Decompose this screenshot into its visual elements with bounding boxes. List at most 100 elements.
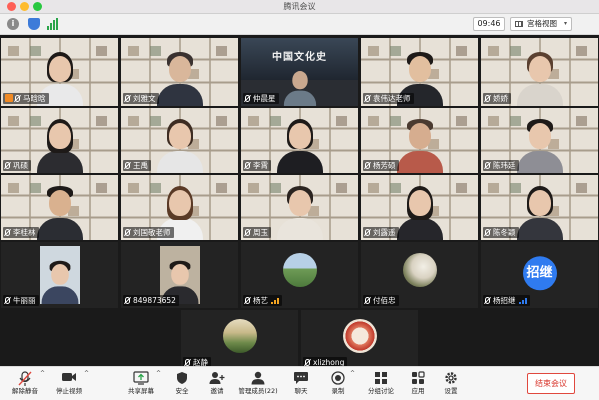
- unmute-button[interactable]: 解除静音: [8, 369, 42, 399]
- participant-name-tag: 杨艺: [243, 295, 282, 306]
- participant-tile[interactable]: 周玉: [241, 175, 358, 240]
- participant-tile[interactable]: 付佰忠: [361, 242, 478, 308]
- participant-name-tag: 刘雅文: [123, 93, 159, 104]
- muted-mic-icon: [5, 229, 10, 236]
- end-meeting-button[interactable]: 结束会议: [527, 373, 575, 394]
- breakout-rooms-button[interactable]: 分组讨论: [363, 369, 399, 399]
- participant-tile[interactable]: 陈玮廷: [481, 108, 598, 173]
- participant-tile[interactable]: 刘露遥: [361, 175, 478, 240]
- muted-mic-icon: [365, 297, 370, 304]
- muted-mic-icon: [125, 297, 130, 304]
- muted-mic-icon: [365, 229, 370, 236]
- share-screen-button[interactable]: 共享屏幕: [124, 369, 158, 399]
- network-signal-icon: [518, 298, 527, 304]
- participant-tile[interactable]: 袁伟达老师: [361, 38, 478, 106]
- gear-icon: [445, 372, 457, 384]
- profile-avatar: [342, 319, 377, 353]
- invite-button[interactable]: 邀请: [203, 369, 231, 399]
- muted-mic-icon: [365, 95, 370, 102]
- participant-name-tag: 周玉: [243, 227, 271, 238]
- muted-mic-icon: [5, 297, 10, 304]
- participant-name-tag: 巩硕: [3, 160, 31, 171]
- muted-mic-icon: [485, 162, 490, 169]
- chat-button[interactable]: 聊天: [287, 369, 315, 399]
- profile-avatar: [222, 319, 257, 353]
- audio-options-caret-icon[interactable]: ^: [40, 370, 45, 377]
- participant-tile[interactable]: 刘国敬老师: [121, 175, 238, 240]
- participant-name-tag: 娇娇: [483, 93, 511, 104]
- participant-tile[interactable]: 849873652: [121, 242, 238, 308]
- chevron-down-icon: ▾: [563, 20, 567, 27]
- add-person-icon: [209, 372, 225, 384]
- participant-name-tag: 李霄: [243, 160, 271, 171]
- window-title: 腾讯会议: [283, 2, 316, 11]
- apps-button[interactable]: 应用: [404, 369, 432, 399]
- participant-tile[interactable]: 牛丽丽: [1, 242, 118, 308]
- participant-tile[interactable]: xlizhong: [301, 310, 418, 366]
- participant-name-tag: 牛丽丽: [3, 295, 39, 306]
- participant-name-tag: 付佰忠: [363, 295, 399, 306]
- participant-tile[interactable]: 中国文化史 仲晨星: [241, 38, 358, 106]
- muted-mic-icon: [185, 359, 190, 366]
- record-icon: [331, 371, 345, 385]
- participant-tile[interactable]: 李桂林: [1, 175, 118, 240]
- share-screen-icon: [133, 371, 149, 385]
- muted-mic-icon: [305, 359, 310, 366]
- share-options-caret-icon[interactable]: ^: [156, 370, 161, 377]
- participant-tile[interactable]: 王禹: [121, 108, 238, 173]
- participant-video: [40, 246, 80, 304]
- muted-microphone-icon: [18, 371, 32, 386]
- participant-video: [36, 117, 83, 173]
- chat-bubble-icon: [294, 372, 308, 384]
- info-icon[interactable]: i: [7, 18, 19, 30]
- network-signal-icon: [271, 298, 279, 304]
- participant-tile-active-speaker[interactable]: 刘雅文: [121, 38, 238, 106]
- participant-tile[interactable]: 杨艺: [241, 242, 358, 308]
- profile-avatar: [402, 253, 437, 287]
- participant-name-tag: 李桂林: [3, 227, 39, 238]
- participant-tile[interactable]: 陈冬颖: [481, 175, 598, 240]
- muted-mic-icon: [365, 162, 370, 169]
- record-options-caret-icon[interactable]: ^: [350, 370, 355, 377]
- participant-tile[interactable]: 娇娇: [481, 38, 598, 106]
- participant-tile[interactable]: 赵静: [181, 310, 298, 366]
- security-button[interactable]: 安全: [168, 369, 196, 399]
- muted-mic-icon: [485, 297, 490, 304]
- participant-name-tag: 马晗晗: [3, 93, 49, 104]
- participant-video: [516, 184, 563, 240]
- network-signal-icon[interactable]: [47, 18, 59, 30]
- settings-button[interactable]: 设置: [437, 369, 465, 399]
- apps-icon: [412, 371, 425, 384]
- participant-name-tag: xlizhong: [303, 357, 348, 366]
- participant-name-tag: 杨芳硕: [363, 160, 399, 171]
- video-options-caret-icon[interactable]: ^: [84, 370, 89, 377]
- participant-tile[interactable]: 李霄: [241, 108, 358, 173]
- manage-members-button[interactable]: 管理成员(22): [236, 369, 280, 399]
- shield-icon[interactable]: [28, 18, 40, 30]
- muted-mic-icon: [245, 162, 250, 169]
- members-icon: [251, 371, 265, 385]
- participant-name-tag: 刘露遥: [363, 227, 399, 238]
- muted-mic-icon: [245, 95, 250, 102]
- video-gallery: 马晗晗 刘雅文 中国文化史 仲晨星 袁伟达老师 娇娇 巩硕 王禹 李霄 杨芳硕 …: [0, 36, 599, 366]
- participant-video: [276, 184, 323, 240]
- participant-name-tag: 王禹: [123, 160, 151, 171]
- participant-name-tag: 刘国敬老师: [123, 227, 174, 238]
- participant-tile[interactable]: 招继 杨招继: [481, 242, 598, 308]
- initials-avatar: 招继: [522, 256, 557, 291]
- participant-tile[interactable]: 巩硕: [1, 108, 118, 173]
- muted-mic-icon: [485, 229, 490, 236]
- stop-video-button[interactable]: 停止视频: [52, 369, 86, 399]
- participant-video: [516, 117, 563, 173]
- participant-name-tag: 仲晨星: [243, 93, 279, 104]
- participant-tile[interactable]: 杨芳硕: [361, 108, 478, 173]
- participant-video: [396, 117, 443, 173]
- breakout-rooms-icon: [375, 372, 387, 384]
- gallery-view-button[interactable]: 宫格视图 ▾: [510, 17, 572, 31]
- participant-tile[interactable]: 马晗晗: [1, 38, 118, 106]
- muted-mic-icon: [15, 95, 20, 102]
- grid-view-icon: [515, 21, 523, 27]
- participant-name-tag: 袁伟达老师: [363, 93, 414, 104]
- participant-name-tag: 杨招继: [483, 295, 530, 306]
- record-button[interactable]: 录制: [323, 369, 353, 399]
